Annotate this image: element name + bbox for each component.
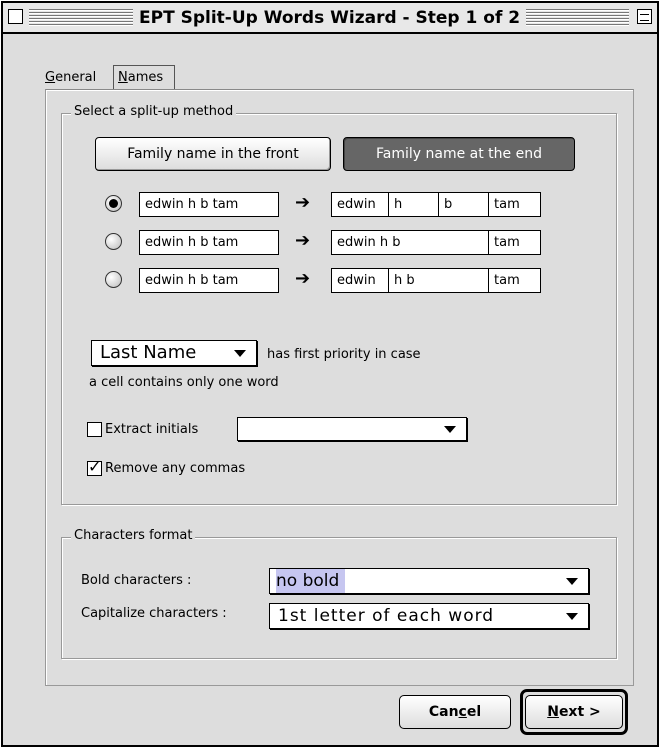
split-option-3-radio[interactable] [105,271,122,288]
priority-text: has first priority in case [267,347,421,362]
tab-general-mnemonic: G [45,70,56,85]
split-option-3-result: edwin h b tam [331,268,541,293]
split-option-1-radio[interactable] [105,195,122,212]
family-name-front-button[interactable]: Family name in the front [95,137,331,171]
tab-names[interactable]: Names [118,69,163,86]
tab-general[interactable]: General [45,69,96,86]
remove-commas-label: Remove any commas [105,461,246,476]
family-name-end-button[interactable]: Family name at the end [343,137,575,171]
tab-names-mnemonic: N [118,70,128,85]
result-part: edwin [337,197,376,212]
characters-format-legend: Characters format [71,528,196,544]
split-option-2-input: edwin h b tam [139,230,279,255]
result-part: tam [488,269,520,292]
bold-characters-label: Bold characters : [81,573,192,588]
next-label: ext > [558,704,601,720]
split-option-3-input: edwin h b tam [139,268,279,293]
split-option-1-input: edwin h b tam [139,192,279,217]
wizard-window: EPT Split-Up Words Wizard - Step 1 of 2 … [1,1,659,747]
chevron-down-icon [566,613,578,620]
title-bar[interactable]: EPT Split-Up Words Wizard - Step 1 of 2 [3,3,657,34]
next-mnemonic: N [547,704,559,720]
capitalize-characters-value: 1st letter of each word [278,606,495,626]
result-part: h [388,193,402,216]
capitalize-characters-select[interactable]: 1st letter of each word [269,603,589,629]
split-option-2-radio[interactable] [105,233,122,250]
split-method-legend: Select a split-up method [71,104,237,120]
priority-text-continued: a cell contains only one word [89,375,279,390]
result-part: tam [488,231,520,254]
cancel-button[interactable]: Can c el [399,695,511,729]
result-part: edwin h b [337,235,401,250]
bold-characters-select[interactable]: no bold [269,568,589,594]
extract-initials-label: Extract initials [105,422,199,437]
arrow-right-icon: ➔ [295,230,311,251]
tab-names-label: ames [127,70,164,85]
next-button[interactable]: Next > [525,695,623,729]
cancel-label-pre: Can [428,704,459,720]
priority-select-value: Last Name [100,342,197,363]
bold-characters-value: no bold [276,569,346,593]
split-option-2-result: edwin h b tam [331,230,541,255]
result-part: tam [488,193,520,216]
chevron-down-icon [566,578,578,585]
zoom-box-icon[interactable] [637,9,652,24]
arrow-right-icon: ➔ [295,192,311,213]
remove-commas-checkbox[interactable] [87,458,102,476]
chevron-down-icon [234,350,246,357]
arrow-right-icon: ➔ [295,268,311,289]
result-part: h b [388,269,415,292]
extract-initials-select[interactable] [237,417,467,441]
window-title: EPT Split-Up Words Wizard - Step 1 of 2 [133,7,527,29]
characters-format-group [61,537,617,659]
split-method-group [61,113,617,505]
result-part: b [438,193,452,216]
close-box-icon[interactable] [8,9,23,24]
tab-general-label: eneral [55,70,97,85]
split-option-1-result: edwin h b tam [331,192,541,217]
capitalize-characters-label: Capitalize characters : [81,606,227,621]
extract-initials-checkbox[interactable] [87,422,102,437]
cancel-mnemonic: c [458,704,467,720]
cancel-label-post: el [466,704,482,720]
chevron-down-icon [444,426,456,433]
priority-select[interactable]: Last Name [91,340,257,366]
result-part: edwin [337,273,376,288]
